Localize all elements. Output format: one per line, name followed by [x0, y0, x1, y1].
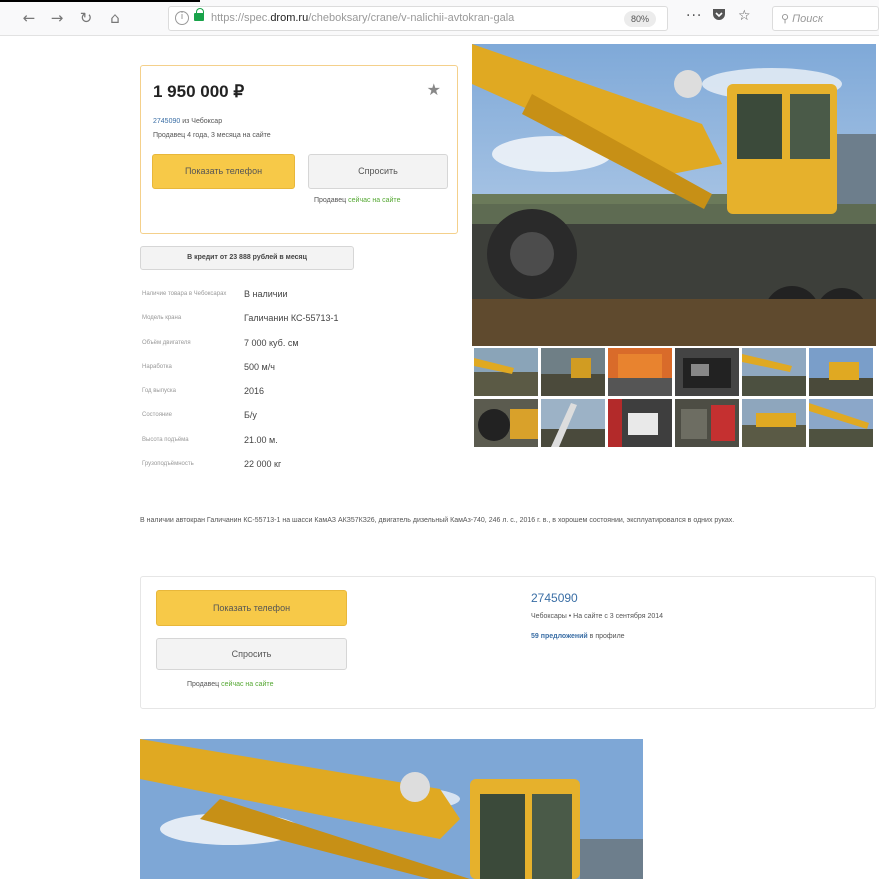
- price-card: 1 950 000 ₽ ★ 2745090 из Чебоксар Продав…: [140, 65, 458, 234]
- seller-id-link[interactable]: 2745090: [531, 591, 578, 605]
- spec-row: Наработка 500 м/ч: [142, 361, 275, 372]
- favorite-star-icon[interactable]: ★: [427, 80, 441, 99]
- specs-list: Наличие товара в Чебоксарах В наличии Мод…: [140, 288, 460, 482]
- url-text[interactable]: https://spec.drom.ru/cheboksary/crane/v-…: [211, 12, 581, 24]
- spec-row: Модель крана Галичанин КС-55713-1: [142, 313, 339, 324]
- thumbnail[interactable]: [541, 348, 605, 396]
- spec-row: Наличие товара в Чебоксарах В наличии: [142, 289, 288, 299]
- seller-link[interactable]: 2745090: [153, 118, 180, 125]
- thumbnail[interactable]: [675, 348, 739, 396]
- seller-offers: 59 предложений в профиле: [531, 633, 625, 640]
- offers-link[interactable]: 59 предложений: [531, 633, 588, 640]
- photo-thumbnails: [474, 348, 874, 448]
- lock-icon: [194, 8, 204, 21]
- page-load-progress: [0, 0, 200, 2]
- spec-row: Объём двигателя 7 000 куб. см: [142, 337, 299, 348]
- thumbnail[interactable]: [742, 399, 806, 447]
- show-phone-button[interactable]: Показать телефон: [152, 154, 295, 189]
- contact-card: Показать телефон Спросить Продавец сейча…: [140, 576, 876, 709]
- thumbnail[interactable]: [809, 399, 873, 447]
- browser-toolbar: ← → ↻ ⌂ i https://spec.drom.ru/cheboksar…: [0, 0, 879, 36]
- thumbnail[interactable]: [474, 348, 538, 396]
- thumbnail[interactable]: [474, 399, 538, 447]
- seller-line: 2745090 из Чебоксар: [153, 118, 223, 125]
- arrow-right-icon[interactable]: →: [48, 9, 66, 27]
- online-status: Продавец сейчас на сайте: [314, 197, 401, 204]
- reload-icon[interactable]: ↻: [77, 9, 95, 27]
- listing-description: В наличии автокран Галичанин КС-55713-1 …: [140, 517, 735, 524]
- arrow-left-icon[interactable]: ←: [20, 9, 38, 27]
- search-icon: ⚲: [781, 13, 793, 25]
- gallery-photo[interactable]: [140, 739, 643, 879]
- address-bar[interactable]: i https://spec.drom.ru/cheboksary/crane/…: [168, 6, 668, 31]
- thumbnail[interactable]: [608, 399, 672, 447]
- spec-row: Грузоподъёмность 22 000 кг: [142, 459, 282, 470]
- home-icon[interactable]: ⌂: [106, 9, 124, 27]
- info-icon[interactable]: i: [175, 11, 189, 25]
- zoom-level[interactable]: 80%: [624, 11, 657, 27]
- spec-row: Высота подъёма 21.00 м.: [142, 434, 278, 445]
- ask-button[interactable]: Спросить: [156, 638, 347, 670]
- thumbnail[interactable]: [809, 348, 873, 396]
- price: 1 950 000 ₽: [153, 82, 245, 101]
- thumbnail[interactable]: [541, 399, 605, 447]
- bookmark-star-icon[interactable]: ☆: [738, 8, 751, 24]
- seller-location: Чебоксары • На сайте с 3 сентября 2014: [531, 613, 664, 620]
- page-actions-icon[interactable]: ···: [686, 8, 702, 24]
- thumbnail[interactable]: [675, 399, 739, 447]
- spec-row: Год выпуска 2016: [142, 386, 265, 397]
- ask-button[interactable]: Спросить: [308, 154, 448, 189]
- spec-row: Состояние Б/у: [142, 410, 257, 421]
- credit-button[interactable]: В кредит от 23 888 рублей в месяц: [140, 246, 354, 270]
- thumbnail[interactable]: [608, 348, 672, 396]
- show-phone-button[interactable]: Показать телефон: [156, 590, 347, 626]
- pocket-icon[interactable]: [712, 8, 726, 25]
- online-status: Продавец сейчас на сайте: [187, 681, 274, 688]
- seller-since: Продавец 4 года, 3 месяца на сайте: [153, 132, 271, 139]
- thumbnail[interactable]: [742, 348, 806, 396]
- main-photo[interactable]: [472, 44, 876, 346]
- search-input[interactable]: ⚲ Поиск: [772, 6, 879, 31]
